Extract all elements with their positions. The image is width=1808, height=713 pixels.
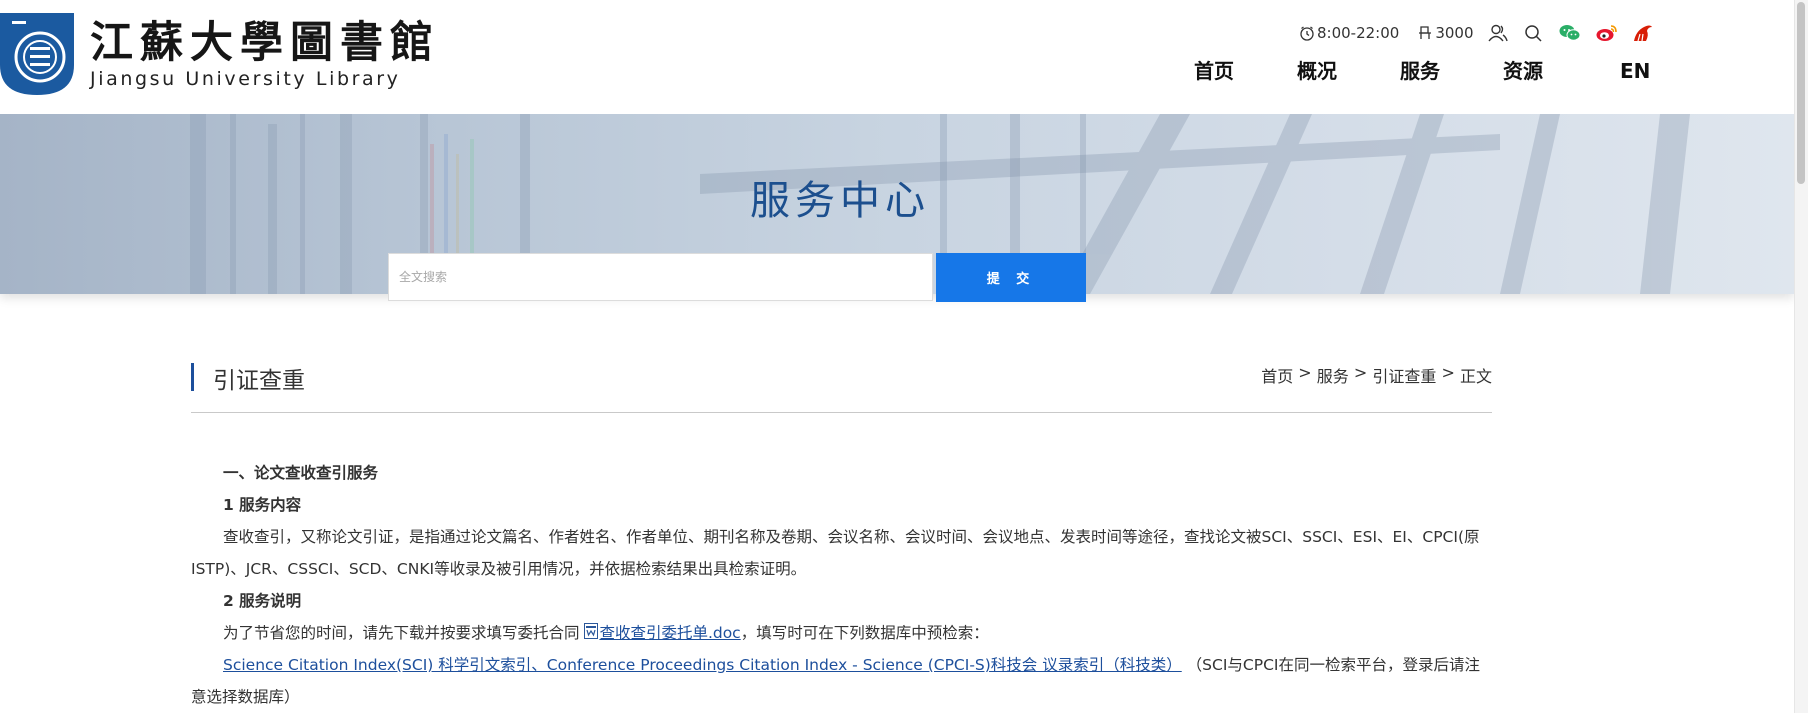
user-icon (1487, 24, 1508, 42)
library-mascot-icon (1633, 25, 1652, 42)
nav-item-english[interactable]: EN (1620, 56, 1650, 86)
breadcrumb-separator: > (1348, 363, 1373, 382)
wechat-link[interactable] (1559, 24, 1581, 42)
nav-item-services[interactable]: 服务 (1400, 56, 1440, 86)
nav-item-resources[interactable]: 资源 (1503, 56, 1543, 86)
breadcrumb-current: 正文 (1459, 367, 1492, 386)
search-toggle-button[interactable] (1524, 24, 1542, 42)
hours-text: 8:00-22:00 (1317, 24, 1400, 42)
site-header: 江蘇大學圖書館 Jiangsu University Library 8:00-… (0, 0, 1794, 114)
opening-hours: 8:00-22:00 (1299, 24, 1399, 42)
banner-title: 服务中心 (750, 178, 930, 224)
article-subheading: 2 服务说明 (223, 592, 302, 610)
section-title: 引证查重 (213, 368, 305, 394)
section-accent-bar (191, 363, 194, 391)
main-navigation: 首页 概况 服务 资源 EN (0, 56, 1794, 86)
breadcrumb-separator: > (1436, 363, 1460, 382)
search-submit-button[interactable]: 提 交 (936, 253, 1086, 302)
user-login-button[interactable] (1487, 24, 1508, 42)
commission-form-download-link[interactable]: 查收查引委托单.doc (599, 624, 740, 642)
nav-item-home[interactable]: 首页 (1194, 56, 1234, 86)
paragraph-text: ，填写时可在下列数据库中预检索： (740, 624, 989, 642)
word-document-icon (584, 623, 599, 639)
breadcrumb-home[interactable]: 首页 (1261, 363, 1293, 387)
paragraph-text: 为了节省您的时间，请先下载并按要求填写委托合同 (223, 624, 585, 642)
page-scrollbar[interactable] (1794, 0, 1808, 713)
article-paragraph: 为了节省您的时间，请先下载并按要求填写委托合同 查收查引委托单.doc，填写时可… (191, 617, 1492, 649)
article-body: 一、论文查收查引服务 1 服务内容 查收查引，又称论文引证，是指通过论文篇名、作… (191, 457, 1492, 713)
breadcrumb-citation-check[interactable]: 引证查重 (1372, 363, 1436, 387)
article-subheading: 1 服务内容 (223, 496, 302, 514)
section-header: 引证查重 首页 > 服务 > 引证查重 > 正文 (191, 355, 1492, 413)
nav-item-overview[interactable]: 概况 (1297, 56, 1337, 86)
article-heading: 一、论文查收查引服务 (223, 464, 379, 482)
search-icon (1524, 25, 1542, 42)
breadcrumb-services[interactable]: 服务 (1317, 363, 1349, 387)
top-utility-bar: 8:00-22:00 3000 (1299, 22, 1654, 44)
search-input[interactable] (388, 253, 933, 301)
article-paragraph: Science Citation Index(SCI) 科学引文索引、Confe… (191, 649, 1492, 713)
article-paragraph: 查收查引，又称论文引证，是指通过论文篇名、作者姓名、作者单位、期刊名称及卷期、会… (191, 528, 1480, 578)
sci-database-link[interactable]: Science Citation Index(SCI) 科学引文索引、Confe… (223, 656, 1182, 674)
weibo-link[interactable] (1596, 24, 1618, 42)
clock-icon (1300, 26, 1314, 41)
scrollbar-thumb[interactable] (1797, 2, 1805, 184)
main-content: 引证查重 首页 > 服务 > 引证查重 > 正文 一、论文查收查引服务 1 服务… (191, 355, 1492, 713)
library-mascot-link[interactable] (1632, 23, 1654, 43)
breadcrumb-separator: > (1293, 363, 1317, 382)
seat-count-text: 3000 (1435, 24, 1474, 42)
seat-count: 3000 (1417, 24, 1474, 42)
seat-icon (1419, 26, 1432, 39)
breadcrumb: 首页 > 服务 > 引证查重 > 正文 (1261, 363, 1492, 387)
wechat-icon (1559, 25, 1581, 41)
fulltext-search-form: 提 交 (388, 253, 1086, 302)
weibo-icon (1596, 25, 1617, 41)
